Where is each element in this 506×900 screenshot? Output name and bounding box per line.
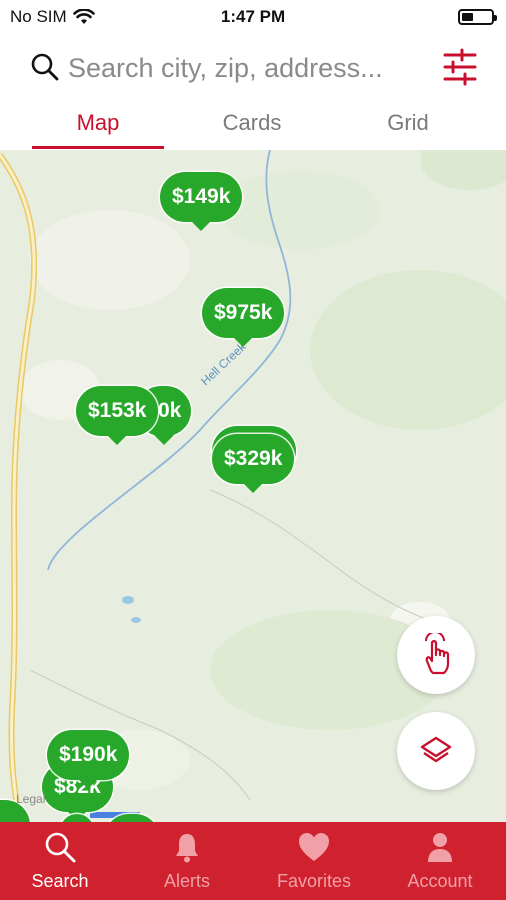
tab-cards[interactable]: Cards: [186, 110, 318, 136]
price-pin[interactable]: $975k: [202, 288, 285, 347]
draw-search-button[interactable]: [397, 616, 475, 694]
price-pin[interactable]: $149k: [160, 172, 243, 231]
price-pin[interactable]: $153k: [76, 386, 159, 445]
nav-account[interactable]: Account: [380, 830, 500, 892]
nav-search[interactable]: Search: [0, 830, 120, 892]
map-view[interactable]: Hell Creek $149k $975k 0k $153k $329k $8…: [0, 150, 506, 822]
nav-favorites[interactable]: Favorites: [254, 830, 374, 892]
bottom-tab-bar: Search Alerts Favorites Account: [0, 822, 506, 900]
nav-account-label: Account: [407, 871, 473, 891]
legal-link[interactable]: Legal: [16, 792, 45, 806]
search-bar: [0, 40, 506, 96]
nav-alerts-label: Alerts: [163, 871, 210, 891]
heart-icon: [299, 833, 329, 861]
map-layers-button[interactable]: [397, 712, 475, 790]
active-tab-indicator: [32, 146, 164, 149]
battery-icon: [458, 9, 497, 25]
filter-sliders-icon[interactable]: [442, 48, 478, 86]
price-pin[interactable]: $329k: [212, 434, 295, 493]
search-icon: [45, 832, 76, 863]
clock: 1:47 PM: [220, 7, 286, 26]
status-bar: No SIM 1:47 PM: [0, 0, 506, 34]
search-icon: [31, 53, 59, 81]
layers-icon: [420, 736, 452, 763]
hand-pointer-icon: [425, 633, 450, 675]
nav-search-label: Search: [31, 871, 89, 891]
price-pin[interactable]: $190k: [47, 730, 130, 789]
person-icon: [428, 833, 452, 862]
view-tabs: Map Cards Grid: [0, 100, 506, 150]
tab-grid[interactable]: Grid: [342, 110, 474, 136]
tab-map[interactable]: Map: [32, 110, 164, 136]
bell-icon: [176, 834, 198, 863]
search-input[interactable]: [68, 50, 428, 86]
nav-alerts[interactable]: Alerts: [127, 830, 247, 892]
nav-favorites-label: Favorites: [276, 871, 352, 891]
